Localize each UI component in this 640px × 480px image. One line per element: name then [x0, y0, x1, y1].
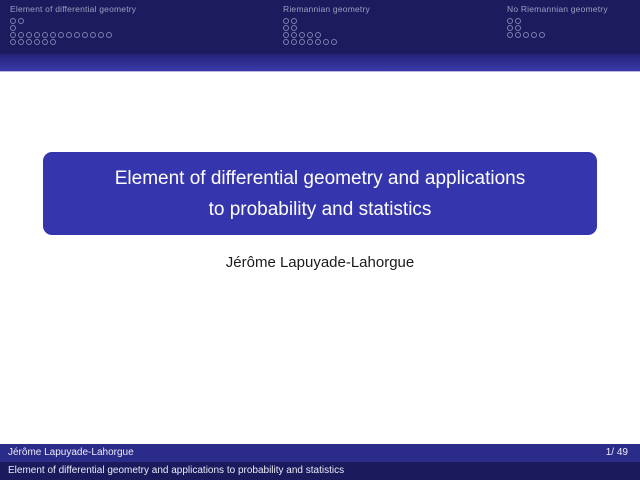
slide-dot[interactable] — [283, 25, 289, 31]
slide-dot[interactable] — [34, 32, 40, 38]
slide-dot[interactable] — [515, 18, 521, 24]
slide-dot[interactable] — [50, 39, 56, 45]
slide-dot[interactable] — [58, 32, 64, 38]
nav-section-title[interactable]: Riemannian geometry — [283, 4, 370, 15]
slide-dot[interactable] — [18, 32, 24, 38]
footer-title: Element of differential geometry and app… — [8, 462, 344, 480]
slide-dot[interactable] — [74, 32, 80, 38]
slide-dot[interactable] — [283, 32, 289, 38]
slide-dot[interactable] — [283, 39, 289, 45]
author-name: Jérôme Lapuyade-Lahorgue — [0, 254, 640, 271]
slide-dot-row — [507, 25, 608, 32]
slide-dot[interactable] — [315, 32, 321, 38]
slide-dot[interactable] — [10, 25, 16, 31]
footer-author-bar: Jérôme Lapuyade-Lahorgue 1/ 49 — [0, 444, 640, 462]
slide-dot[interactable] — [507, 32, 513, 38]
title-box: Element of differential geometry and app… — [43, 152, 597, 235]
slide-title-line1: Element of differential geometry and app… — [43, 163, 597, 194]
nav-section-2: Riemannian geometry — [283, 4, 370, 46]
nav-section-3: No Riemannian geometry — [507, 4, 608, 39]
slide-dot[interactable] — [34, 39, 40, 45]
slide-dot-row — [10, 18, 136, 25]
slide-dot[interactable] — [82, 32, 88, 38]
slide-dot[interactable] — [42, 39, 48, 45]
slide-body: Element of differential geometry and app… — [0, 72, 640, 444]
slide-dot[interactable] — [106, 32, 112, 38]
slide-dot-row — [283, 32, 370, 39]
slide-dot-row — [507, 18, 608, 25]
slide-title-line2: to probability and statistics — [43, 194, 597, 225]
slide-dot[interactable] — [283, 18, 289, 24]
presentation-slide: Element of differential geometry Riemanni… — [0, 0, 640, 480]
nav-section-1: Element of differential geometry — [10, 4, 136, 46]
slide-dot[interactable] — [507, 18, 513, 24]
slide-dot[interactable] — [299, 39, 305, 45]
slide-dot[interactable] — [515, 25, 521, 31]
slide-dot[interactable] — [291, 39, 297, 45]
footer-author: Jérôme Lapuyade-Lahorgue — [8, 444, 134, 462]
slide-dot[interactable] — [42, 32, 48, 38]
slide-dot[interactable] — [291, 18, 297, 24]
slide-dot[interactable] — [307, 32, 313, 38]
slide-dot[interactable] — [531, 32, 537, 38]
slide-dot-row — [283, 39, 370, 46]
slide-dot[interactable] — [10, 39, 16, 45]
slide-dot-row — [10, 39, 136, 46]
slide-dot[interactable] — [539, 32, 545, 38]
slide-dot[interactable] — [10, 32, 16, 38]
slide-dot[interactable] — [98, 32, 104, 38]
navigation-header: Element of differential geometry Riemanni… — [0, 0, 640, 54]
footer-page-number: 1/ 49 — [606, 444, 628, 462]
slide-dot[interactable] — [18, 39, 24, 45]
slide-dot-row — [10, 25, 136, 32]
slide-dot[interactable] — [66, 32, 72, 38]
slide-dot[interactable] — [307, 39, 313, 45]
slide-dot[interactable] — [50, 32, 56, 38]
slide-dot[interactable] — [291, 25, 297, 31]
slide-dot[interactable] — [331, 39, 337, 45]
slide-dot[interactable] — [10, 18, 16, 24]
slide-dot[interactable] — [515, 32, 521, 38]
slide-dot[interactable] — [291, 32, 297, 38]
slide-dot-row — [507, 32, 608, 39]
footer-title-bar: Element of differential geometry and app… — [0, 462, 640, 480]
slide-dot[interactable] — [315, 39, 321, 45]
slide-dot[interactable] — [90, 32, 96, 38]
nav-section-title[interactable]: No Riemannian geometry — [507, 4, 608, 15]
slide-dot-row — [283, 25, 370, 32]
slide-dot-row — [10, 32, 136, 39]
slide-dot[interactable] — [26, 39, 32, 45]
slide-dot-row — [283, 18, 370, 25]
accent-bar — [0, 54, 640, 72]
slide-dot[interactable] — [18, 18, 24, 24]
slide-dot[interactable] — [299, 32, 305, 38]
nav-section-title[interactable]: Element of differential geometry — [10, 4, 136, 15]
slide-dot[interactable] — [323, 39, 329, 45]
slide-dot[interactable] — [523, 32, 529, 38]
slide-dot[interactable] — [507, 25, 513, 31]
slide-dot[interactable] — [26, 32, 32, 38]
